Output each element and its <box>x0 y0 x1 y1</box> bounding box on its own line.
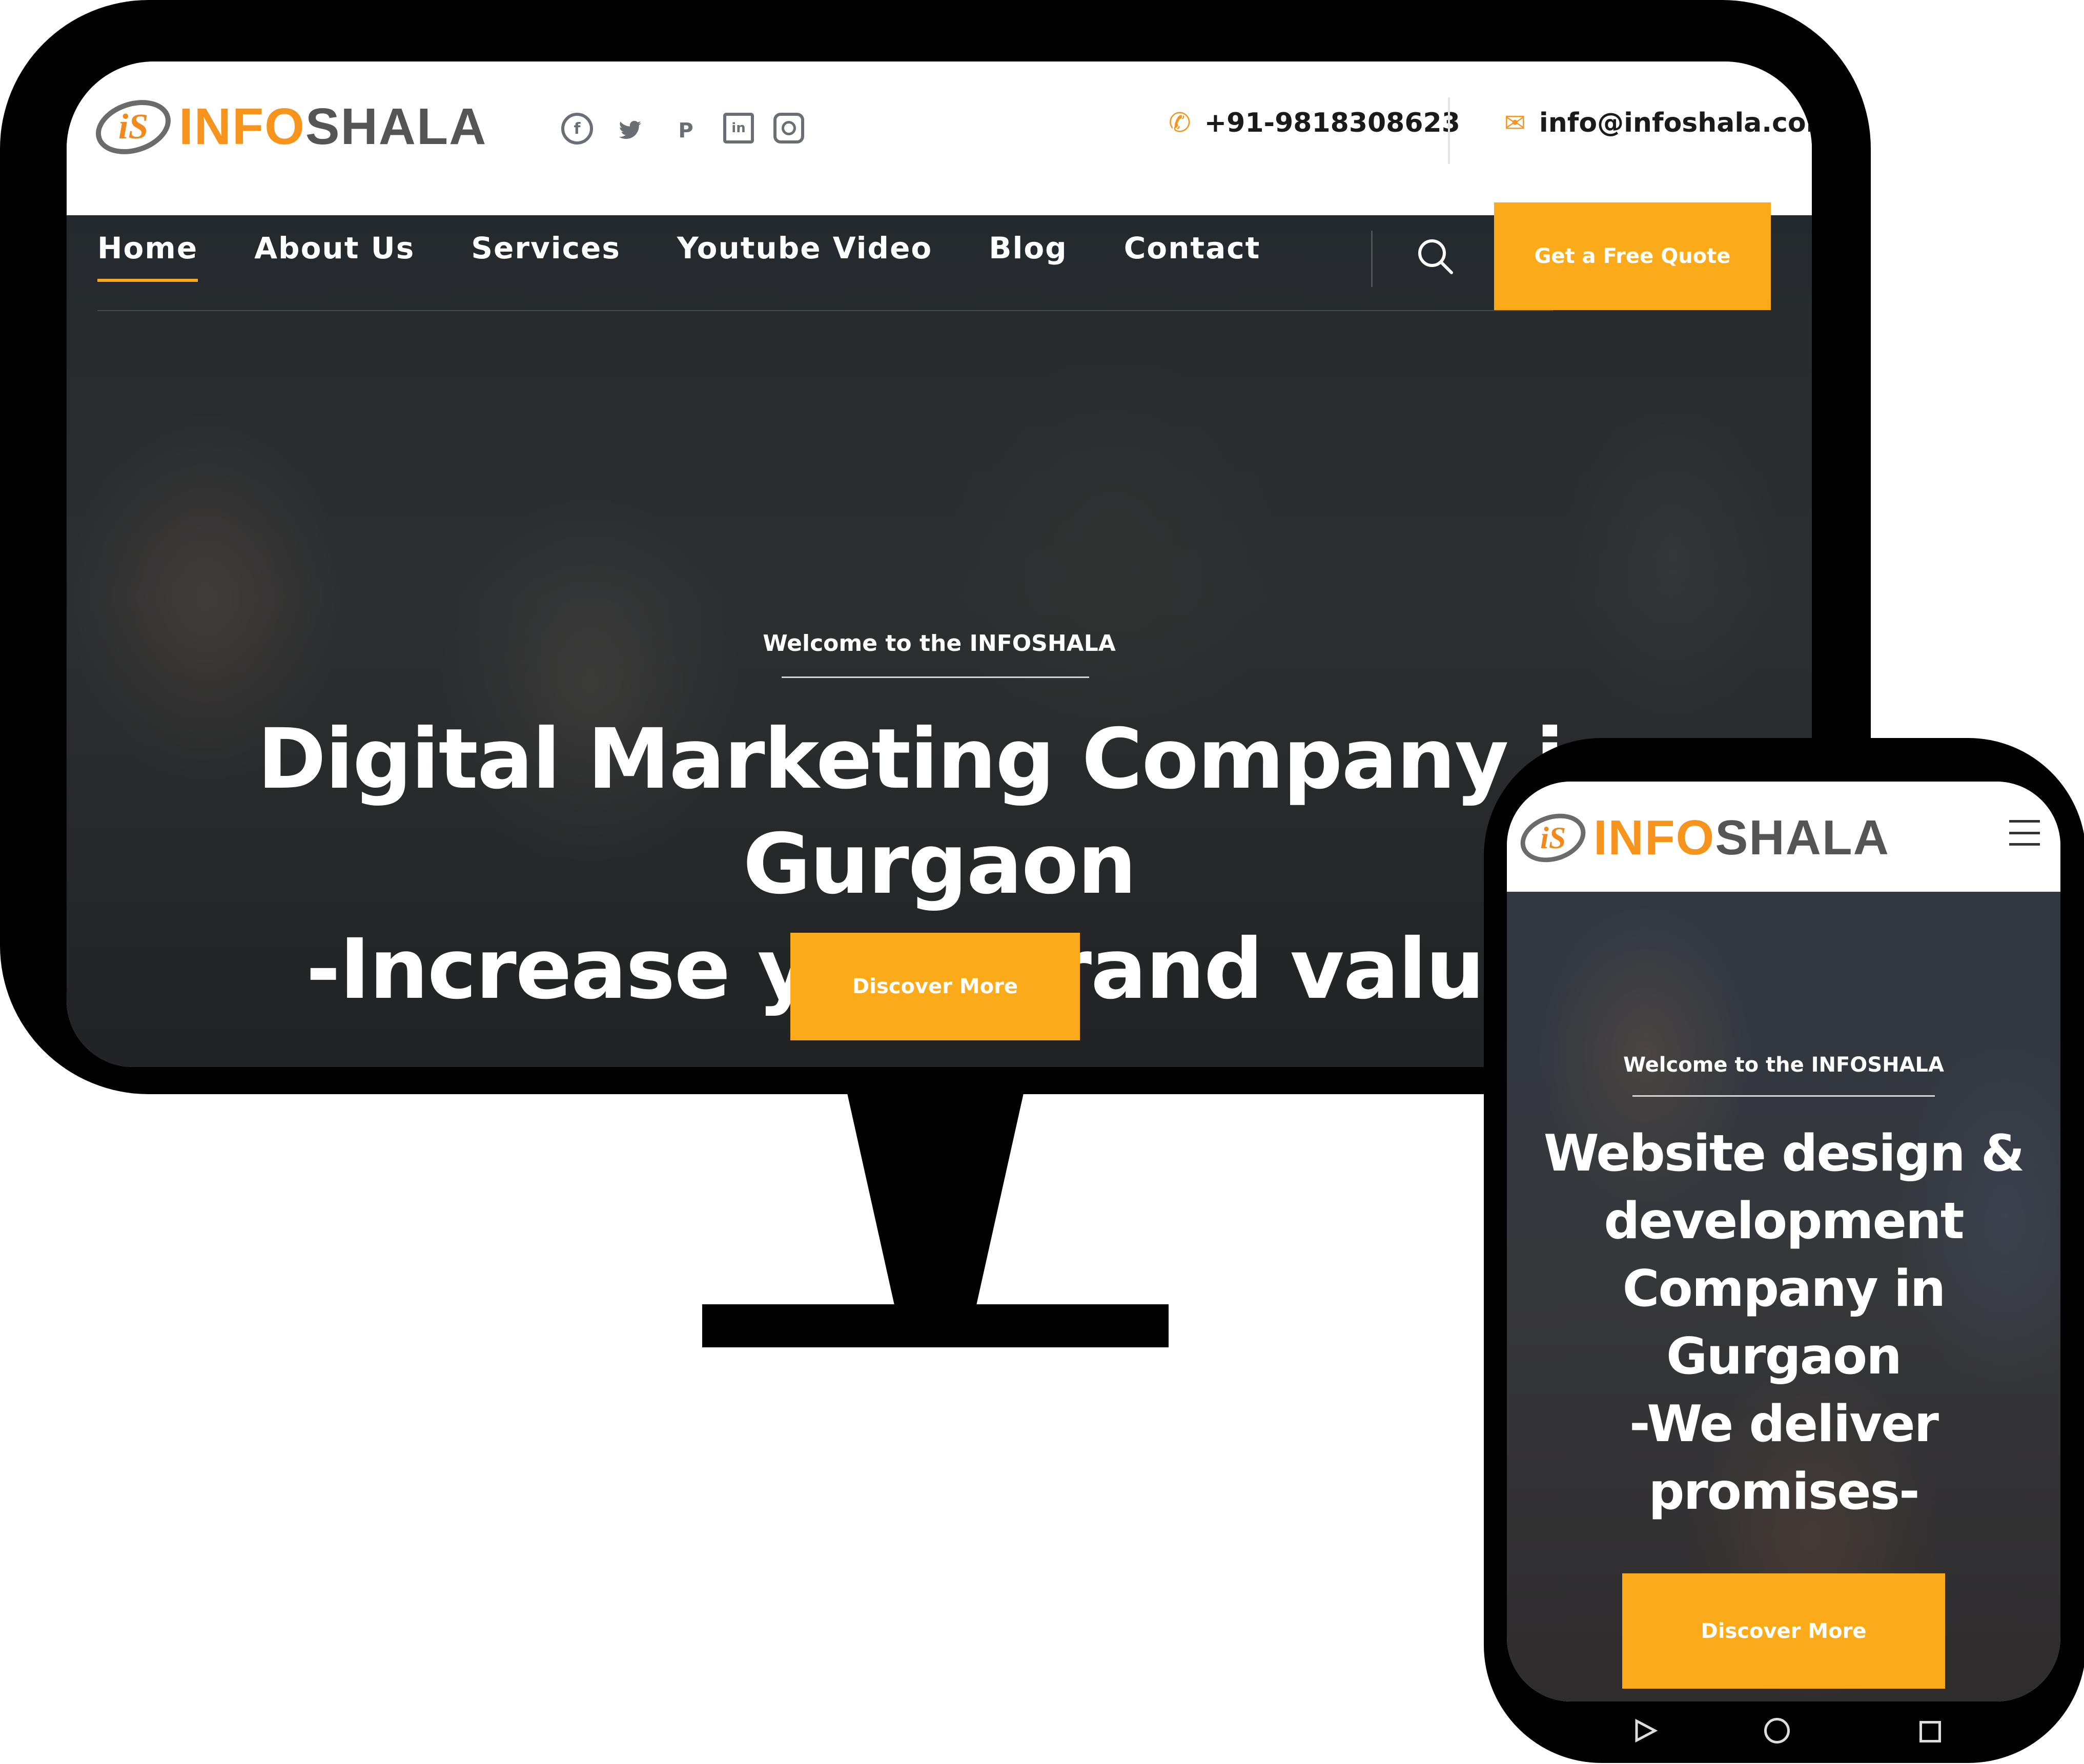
monitor-stand-base <box>702 1304 1169 1347</box>
nav-youtube-video[interactable]: Youtube Video <box>677 231 932 265</box>
mobile-headline-line: -We deliver <box>1629 1395 1939 1453</box>
android-recent-apps-icon[interactable] <box>1919 1721 1941 1742</box>
facebook-icon[interactable]: f <box>561 113 593 145</box>
mobile-headline-line: Company in <box>1622 1260 1946 1318</box>
phone-number: +91-9818308623 <box>1204 108 1460 138</box>
mobile-welcome-text: Welcome to the INFOSHALA <box>1623 1053 1944 1077</box>
header-divider <box>1448 97 1450 164</box>
pinterest-icon[interactable]: P <box>668 113 704 149</box>
logo-text: INFOSHALA <box>179 98 487 155</box>
hero-welcome-underline <box>782 676 1089 678</box>
desktop-main-nav: Home About Us Services Youtube Video Blo… <box>97 231 1261 282</box>
twitter-icon[interactable] <box>612 113 648 149</box>
mobile-headline-line: Website design & <box>1543 1124 2025 1183</box>
phone-icon: ✆ <box>1169 108 1191 138</box>
nav-about-us[interactable]: About Us <box>254 231 415 265</box>
linkedin-icon[interactable]: in <box>723 113 754 143</box>
phone-screen: iS INFOSHALA Welcome to the INFOSHALA We… <box>1507 782 2060 1701</box>
logo-mark-icon: iS <box>1514 806 1592 870</box>
mobile-discover-more-button[interactable]: Discover More <box>1622 1573 1945 1689</box>
mobile-headline-line: promises- <box>1648 1463 1919 1521</box>
desktop-logo[interactable]: iS INFOSHALA <box>89 90 487 163</box>
mobile-hero-headline: Website design & development Company in … <box>1538 1120 2030 1526</box>
nav-blog[interactable]: Blog <box>989 231 1067 265</box>
header-phone[interactable]: ✆ +91-9818308623 <box>1169 108 1460 138</box>
logo-mark-icon: iS <box>89 90 178 163</box>
mobile-welcome-underline <box>1632 1095 1935 1097</box>
email-address: info@infoshala.com <box>1539 108 1812 138</box>
nav-separator <box>1371 231 1373 287</box>
hero-welcome-text: Welcome to the INFOSHALA <box>763 630 1116 657</box>
social-links: f P in <box>561 113 804 149</box>
get-free-quote-button[interactable]: Get a Free Quote <box>1494 202 1771 310</box>
mobile-headline-line: development <box>1604 1192 1964 1250</box>
header-email[interactable]: ✉ info@infoshala.com <box>1504 108 1812 138</box>
mobile-header: iS INFOSHALA <box>1507 782 2060 892</box>
mobile-logo[interactable]: iS INFOSHALA <box>1514 806 1890 870</box>
nav-contact[interactable]: Contact <box>1124 231 1261 265</box>
nav-underline-rule <box>97 310 1553 311</box>
nav-home[interactable]: Home <box>97 231 198 282</box>
desktop-header: iS INFOSHALA f P in ✆ +91-9818308623 ✉ i… <box>67 61 1812 215</box>
android-home-icon[interactable] <box>1764 1718 1790 1744</box>
logo-text: INFOSHALA <box>1593 810 1890 865</box>
android-back-icon[interactable] <box>1632 1718 1658 1744</box>
hamburger-menu-icon[interactable] <box>2009 820 2040 846</box>
discover-more-button[interactable]: Discover More <box>790 933 1080 1040</box>
email-icon: ✉ <box>1504 108 1526 138</box>
mobile-headline-line: Gurgaon <box>1666 1327 1902 1386</box>
monitor-stand-neck <box>846 1086 1025 1312</box>
search-icon[interactable] <box>1415 236 1456 277</box>
instagram-icon[interactable] <box>773 113 804 143</box>
nav-services[interactable]: Services <box>471 231 621 265</box>
